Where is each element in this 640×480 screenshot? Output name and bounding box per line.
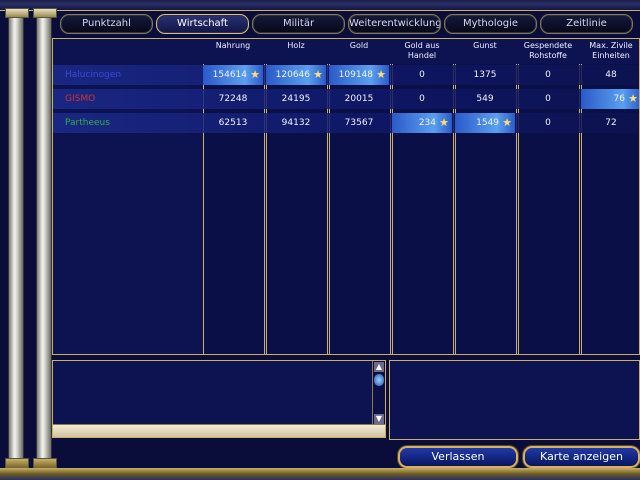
stat-cell: 72248 (203, 89, 263, 109)
stat-value: 76 (613, 94, 625, 104)
stat-cell: 154614 ★ (203, 65, 263, 85)
bottom-frame (0, 468, 640, 480)
tab-zeitlinie[interactable]: Zeitlinie (540, 14, 633, 34)
stat-value: 72 (605, 118, 617, 128)
stat-value: 234 (418, 118, 436, 128)
stat-cell: 94132 (266, 113, 326, 133)
stat-cell: 20015 (329, 89, 389, 109)
header-zivile: Max. Zivile Einheiten (589, 41, 633, 60)
stat-cell: 1549 ★ (455, 113, 515, 133)
header-nahrung: Nahrung (215, 41, 251, 50)
stat-value: 94132 (281, 118, 311, 128)
header-holz: Holz (287, 41, 305, 50)
stat-cell: 120646 ★ (266, 65, 326, 85)
tab-bar: Punktzahl Wirtschaft Militär Weiterentwi… (60, 14, 640, 34)
stat-cell: 76 ★ (581, 89, 639, 109)
top-frame (0, 0, 640, 11)
stat-cell: 0 (518, 65, 578, 85)
stat-value: 0 (545, 70, 551, 80)
tab-militaer[interactable]: Militär (252, 14, 345, 34)
tab-punktzahl[interactable]: Punktzahl (60, 14, 153, 34)
best-star-icon: ★ (439, 116, 449, 129)
header-rohstoffe: Gespendete Rohstoffe (523, 41, 573, 60)
stat-value: 48 (605, 70, 617, 80)
stat-value: 20015 (344, 94, 374, 104)
tab-mythologie[interactable]: Mythologie (444, 14, 537, 34)
stat-value: 1375 (473, 70, 497, 80)
tab-weiterentwicklungen[interactable]: Weiterentwicklungen (348, 14, 441, 34)
stat-value: 62513 (218, 118, 248, 128)
header-gold-handel: Gold aus Handel (404, 41, 440, 60)
stat-value: 73567 (344, 118, 374, 128)
best-star-icon: ★ (502, 116, 512, 129)
stat-cell: 0 (518, 89, 578, 109)
stat-cell: 24195 (266, 89, 326, 109)
chat-panel: ▲ ▼ (52, 360, 386, 438)
stat-value: 1549 (476, 118, 499, 128)
show-map-button[interactable]: Karte anzeigen (523, 446, 640, 468)
chat-scrollbar[interactable]: ▲ ▼ (372, 361, 385, 425)
player-name: GISMO (65, 94, 96, 104)
stat-cell: 0 (518, 113, 578, 133)
economy-stats-panel: Nahrung Holz Gold Gold aus Handel Gunst G… (52, 38, 640, 355)
player-name: Partheeus (65, 118, 110, 128)
stat-cell: 62513 (203, 113, 263, 133)
stat-cell: 109148 ★ (329, 65, 389, 85)
stat-value: 0 (545, 118, 551, 128)
stat-value: 0 (545, 94, 551, 104)
best-star-icon: ★ (628, 92, 638, 105)
stat-value: 109148 (338, 70, 373, 80)
stat-value: 0 (419, 94, 425, 104)
stat-cell: 72 (581, 113, 639, 133)
scroll-down-icon[interactable]: ▼ (374, 414, 384, 424)
stat-value: 549 (476, 94, 494, 104)
best-star-icon: ★ (313, 68, 323, 81)
stat-cell: 1375 (455, 65, 515, 85)
best-star-icon: ★ (250, 68, 260, 81)
best-star-icon: ★ (376, 68, 386, 81)
stat-value: 72248 (218, 94, 248, 104)
pillar-capital (5, 8, 29, 18)
leave-button[interactable]: Verlassen (398, 446, 518, 468)
stat-cell: 73567 (329, 113, 389, 133)
header-gunst: Gunst (473, 41, 497, 50)
stat-value: 154614 (212, 70, 247, 80)
stat-cell: 549 (455, 89, 515, 109)
stat-cell: 0 (392, 65, 452, 85)
stat-value: 24195 (281, 94, 311, 104)
stat-cell: 0 (392, 89, 452, 109)
stat-cell: 48 (581, 65, 639, 85)
stat-value: 120646 (275, 70, 310, 80)
header-gold: Gold (349, 41, 369, 50)
scroll-thumb[interactable] (374, 374, 384, 386)
scroll-up-icon[interactable]: ▲ (374, 362, 384, 372)
stat-value: 0 (419, 70, 425, 80)
player-name: Halucinogen (65, 70, 122, 80)
pillar-capital (33, 8, 57, 18)
stat-cell: 234 ★ (392, 113, 452, 133)
info-panel (389, 360, 640, 440)
left-pillar-outer (5, 8, 29, 470)
tab-wirtschaft[interactable]: Wirtschaft (156, 14, 249, 34)
chat-input[interactable] (53, 424, 385, 437)
left-pillar-inner (33, 8, 57, 470)
